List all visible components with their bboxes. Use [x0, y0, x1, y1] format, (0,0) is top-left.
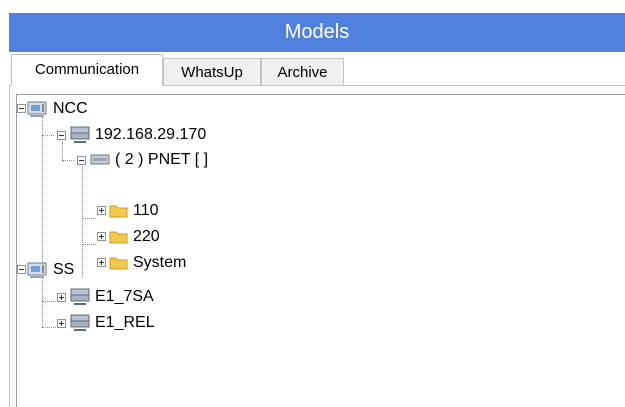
- expand-110-icon[interactable]: [97, 206, 106, 215]
- tree-line: [62, 160, 74, 161]
- folder-icon: [109, 231, 128, 244]
- tree-node-110[interactable]: 110: [109, 199, 159, 223]
- tree-label-pnet: ( 2 ) PNET [ ]: [115, 151, 209, 168]
- panel-title-text: Models: [284, 21, 350, 43]
- tree-node-e1-rel[interactable]: E1_REL: [69, 311, 155, 335]
- tab-whatsup-label: WhatsUp: [181, 63, 243, 81]
- tab-communication-label: Communication: [34, 61, 140, 78]
- network-icon: [90, 154, 110, 165]
- tree-line: [82, 244, 96, 245]
- collapse-pnet-icon[interactable]: [77, 156, 86, 165]
- tree-label-220: 220: [133, 228, 160, 245]
- tab-panel-left-border: [9, 85, 10, 407]
- expand-e1-7sa-icon[interactable]: [57, 293, 66, 302]
- tree-label-ncc: NCC: [53, 100, 88, 117]
- computer-icon: [70, 288, 90, 305]
- tree-label-ip: 192.168.29.170: [95, 126, 207, 143]
- tab-archive-label: Archive: [277, 63, 328, 81]
- tree-node-pnet[interactable]: ( 2 ) PNET [ ]: [89, 148, 208, 172]
- folder-icon: [109, 205, 128, 218]
- expand-220-icon[interactable]: [97, 232, 106, 241]
- tab-strip: Communication WhatsUp Archive: [9, 52, 625, 86]
- tree-label-e1-rel: E1_REL: [95, 314, 155, 331]
- tree-line: [42, 135, 54, 136]
- computer-icon: [70, 314, 90, 331]
- tree-line: [82, 218, 96, 219]
- tree-node-ip[interactable]: 192.168.29.170: [69, 123, 206, 147]
- tree-node-system[interactable]: System: [109, 251, 186, 275]
- server-group-icon: [27, 262, 47, 278]
- tab-communication[interactable]: Communication: [11, 54, 163, 86]
- tree-node-ncc[interactable]: NCC: [27, 97, 88, 121]
- tree-label-110: 110: [133, 202, 159, 219]
- collapse-ncc-icon[interactable]: [17, 104, 26, 113]
- tree-node-e1-7sa[interactable]: E1_7SA: [69, 285, 154, 309]
- tab-archive[interactable]: Archive: [261, 58, 344, 85]
- server-group-icon: [27, 101, 47, 117]
- panel-title: Models: [9, 13, 625, 52]
- computer-icon: [70, 126, 90, 143]
- collapse-ip-icon[interactable]: [57, 131, 66, 140]
- tree-label-ss: SS: [53, 261, 75, 278]
- tree-node-220[interactable]: 220: [109, 225, 160, 249]
- tree-line: [42, 301, 56, 302]
- collapse-ss-icon[interactable]: [17, 265, 26, 274]
- tree-label-e1-7sa: E1_7SA: [95, 288, 154, 305]
- tree-line: [42, 327, 56, 328]
- expand-e1-rel-icon[interactable]: [57, 319, 66, 328]
- tree-line: [42, 117, 43, 265]
- tree-line: [62, 142, 63, 162]
- tab-whatsup[interactable]: WhatsUp: [163, 58, 261, 85]
- tree-node-ss[interactable]: SS: [27, 258, 74, 282]
- expand-system-icon[interactable]: [97, 258, 106, 267]
- tree-label-system: System: [133, 254, 187, 271]
- model-tree[interactable]: NCC 192.168.29.170 ( 2 ) PNET [ ] 110 22…: [16, 94, 625, 407]
- tree-line: [82, 167, 83, 277]
- folder-icon: [109, 257, 128, 270]
